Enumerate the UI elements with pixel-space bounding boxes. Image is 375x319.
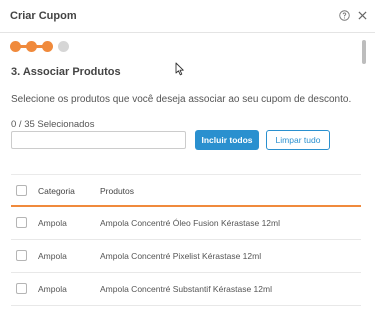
table-row[interactable]: Ampola Ampola Concentré Óleo Fusion Kéra… [11, 207, 361, 240]
row-category: Ampola [38, 218, 67, 228]
step-dot [26, 41, 37, 52]
row-product: Ampola Concentré Pixelist Kérastase 12ml [100, 251, 262, 261]
modal-title: Criar Cupom [10, 10, 77, 22]
include-all-button[interactable]: Incluir todos [195, 130, 259, 150]
selection-counter: 0 / 35 Selecionados [11, 119, 95, 130]
products-table: Categoria Produtos Ampola Ampola Concent… [11, 174, 361, 306]
scrollbar-thumb[interactable] [362, 40, 366, 64]
row-checkbox[interactable] [16, 283, 27, 294]
row-product: Ampola Concentré Substantif Kérastase 12… [100, 284, 272, 294]
clear-all-button[interactable]: Limpar tudo [266, 130, 330, 150]
select-all-checkbox[interactable] [16, 185, 27, 196]
row-checkbox[interactable] [16, 250, 27, 261]
row-category: Ampola [38, 251, 67, 261]
step-dot [42, 41, 53, 52]
header-category: Categoria [38, 186, 75, 196]
section-title: 3. Associar Produtos [11, 66, 121, 78]
mouse-cursor-icon [175, 62, 184, 76]
table-header: Categoria Produtos [11, 174, 361, 207]
row-category: Ampola [38, 284, 67, 294]
row-checkbox[interactable] [16, 217, 27, 228]
table-row[interactable]: Ampola Ampola Concentré Pixelist Kérasta… [11, 240, 361, 273]
section-description: Selecione os produtos que você deseja as… [11, 94, 352, 105]
step-dot [58, 41, 69, 52]
question-circle-icon[interactable] [339, 10, 350, 21]
row-product: Ampola Concentré Óleo Fusion Kérastase 1… [100, 218, 281, 228]
table-row[interactable]: Ampola Ampola Concentré Substantif Kéras… [11, 273, 361, 306]
step-dot [10, 41, 21, 52]
modal-header: Criar Cupom [0, 0, 375, 33]
progress-steps [10, 41, 72, 52]
close-icon[interactable] [358, 11, 367, 20]
product-search-input[interactable] [11, 131, 186, 149]
header-products: Produtos [100, 186, 135, 196]
